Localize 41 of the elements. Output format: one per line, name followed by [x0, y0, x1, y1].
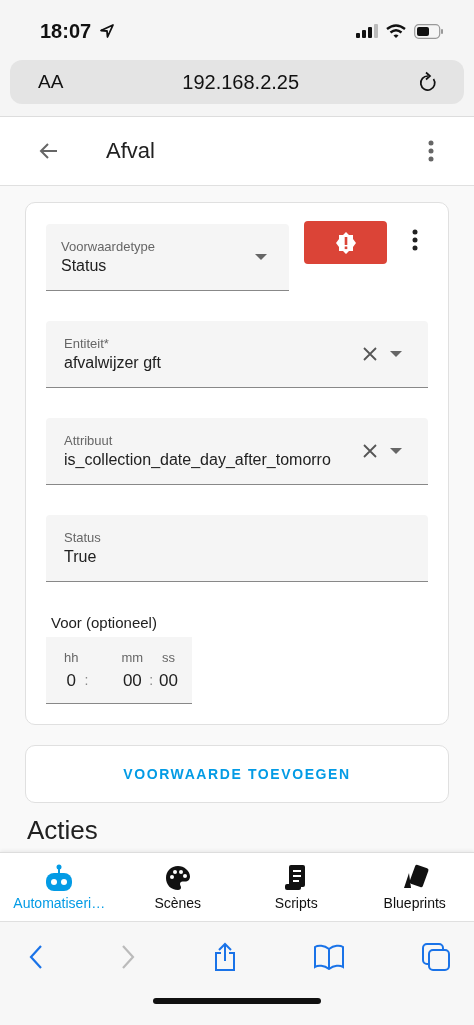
- signal-icon: [356, 24, 378, 38]
- error-button[interactable]: [304, 221, 387, 264]
- more-menu-icon[interactable]: [412, 229, 418, 251]
- reload-icon[interactable]: [418, 71, 438, 93]
- time-separator: :: [149, 671, 154, 688]
- clear-icon[interactable]: [362, 443, 378, 459]
- caret-icon: [255, 254, 267, 260]
- clear-icon[interactable]: [362, 346, 378, 362]
- duration-label: Voor (optioneel): [51, 614, 158, 631]
- caret-icon: [390, 351, 402, 357]
- unit-label: hh: [64, 649, 79, 665]
- select-field[interactable]: Attribuut is_collection_date_day_after_tomorro: [46, 418, 428, 485]
- text-size-button[interactable]: AA: [38, 71, 64, 93]
- tabs-icon[interactable]: [421, 942, 451, 972]
- time-value: 0: [66, 670, 76, 691]
- robot-icon: [44, 863, 75, 892]
- select-field[interactable]: Entiteit* afvalwijzer gft: [46, 321, 428, 388]
- bookmarks-icon[interactable]: [313, 944, 346, 970]
- url-text: 192.168.2.25: [181, 70, 301, 94]
- caret-icon: [390, 448, 402, 454]
- back-icon[interactable]: [28, 944, 44, 970]
- page-title: Afval: [106, 138, 155, 164]
- time-separator: :: [84, 671, 89, 688]
- location-arrow-icon: [99, 23, 116, 39]
- duration-input[interactable]: hh 0 : mm 00 : ss 00: [46, 637, 192, 704]
- section-heading: Acties: [27, 815, 99, 846]
- time-value: 00: [159, 670, 178, 691]
- nav-tab[interactable]: Blueprints: [355, 853, 474, 921]
- palette-icon: [163, 863, 192, 892]
- condition-type-dropdown[interactable]: Voorwaardetype Status: [46, 224, 289, 291]
- unit-label: ss: [162, 649, 176, 665]
- wifi-icon: [386, 24, 406, 38]
- clock-time: 18:07: [40, 19, 92, 43]
- input-field[interactable]: Status True: [46, 515, 428, 582]
- nav-tab[interactable]: Scripts: [237, 853, 356, 921]
- alert-badge-icon: [333, 230, 358, 255]
- unit-label: mm: [121, 649, 144, 665]
- battery-icon: [414, 23, 444, 39]
- time-value: 00: [122, 670, 142, 691]
- address-bar[interactable]: AA 192.168.2.25: [10, 60, 464, 104]
- nav-tab[interactable]: Scènes: [118, 853, 237, 921]
